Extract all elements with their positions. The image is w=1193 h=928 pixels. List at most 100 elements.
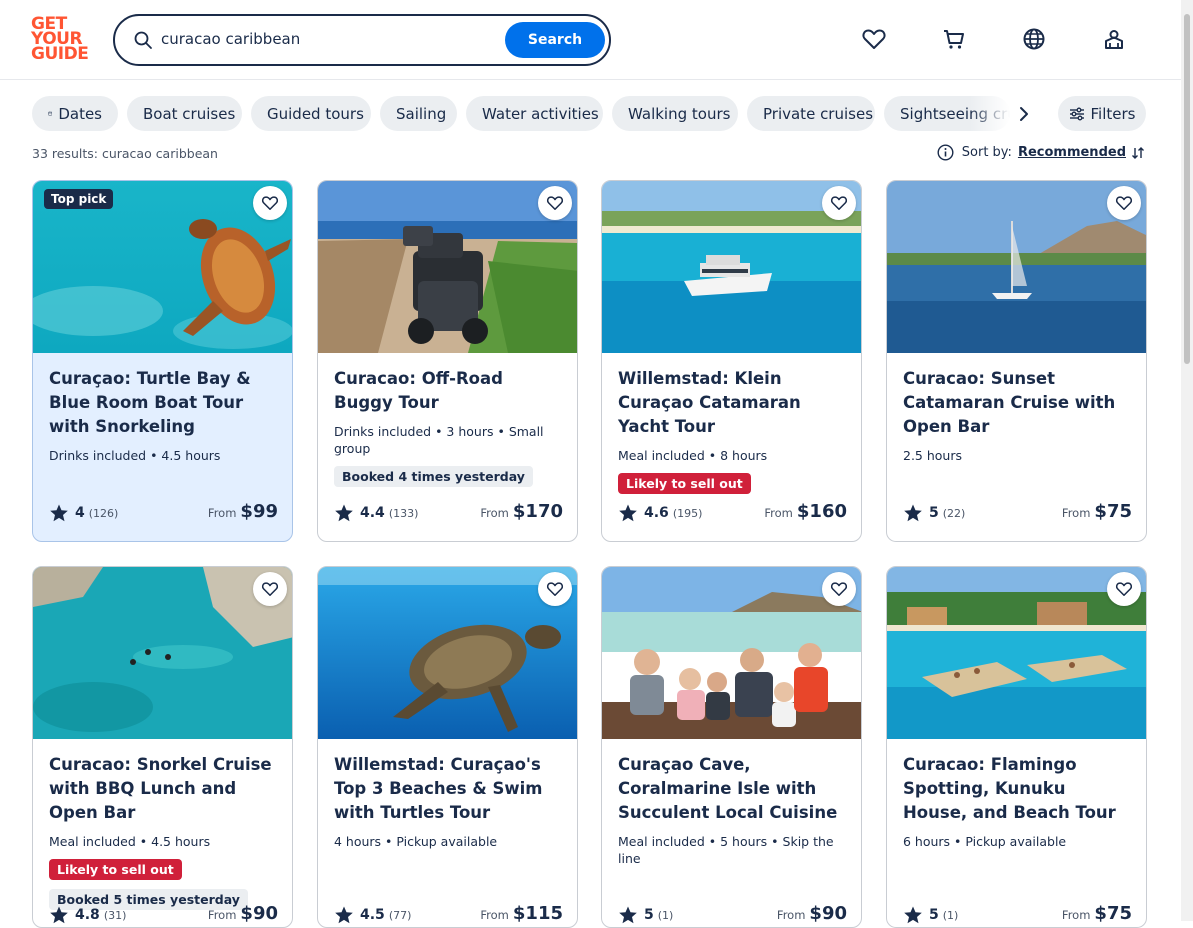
wishlist-button[interactable] [538, 186, 572, 220]
likely-to-sell-out-badge: Likely to sell out [618, 473, 751, 494]
activity-meta: 4 hours • Pickup available [334, 834, 498, 849]
activity-photo: Top pick [33, 181, 292, 353]
activity-card[interactable]: Curaçao Cave, Coralmarine Isle with Succ… [601, 566, 862, 928]
heart-icon[interactable] [861, 26, 887, 52]
chip-guided-tours[interactable]: Guided tours [251, 96, 371, 131]
top-pick-badge: Top pick [44, 189, 114, 209]
sort-arrows-icon[interactable] [1130, 145, 1146, 161]
activity-card[interactable]: Willemstad: Curaçao's Top 3 Beaches & Sw… [317, 566, 578, 928]
chip-label: Water activities [482, 104, 599, 123]
search-icon [134, 31, 152, 49]
activity-card[interactable]: Top pick Curaçao: Turtle Bay & Blue Room… [32, 180, 293, 542]
price-amount: $170 [512, 501, 563, 522]
wishlist-button[interactable] [1107, 186, 1141, 220]
price-amount: $75 [1094, 501, 1132, 522]
activity-photo [602, 567, 861, 739]
star-icon [619, 906, 637, 924]
review-count: (22) [942, 506, 966, 520]
site-header: GET YOUR GUIDE Search [0, 0, 1193, 80]
chip-private-cruises[interactable]: Private cruises [747, 96, 875, 131]
activity-title[interactable]: Curacao: Off-Road Buggy Tour [334, 367, 563, 415]
activity-card[interactable]: Curacao: Snorkel Cruise with BBQ Lunch a… [32, 566, 293, 928]
heart-icon [1115, 196, 1133, 210]
activity-card[interactable]: Curacao: Off-Road Buggy Tour Drinks incl… [317, 180, 578, 542]
rating: 5 (22) [903, 503, 965, 523]
filters-label: Filters [1090, 104, 1136, 123]
sort-value[interactable]: Recommended [1018, 145, 1126, 160]
rating: 5 (1) [618, 905, 673, 925]
activity-photo [602, 181, 861, 353]
rating: 5 (1) [903, 905, 958, 925]
activity-meta: 6 hours • Pickup available [903, 834, 1067, 849]
price: From $75 [1062, 501, 1132, 522]
activity-title[interactable]: Willemstad: Klein Curaçao Catamaran Yach… [618, 367, 847, 439]
activity-title[interactable]: Willemstad: Curaçao's Top 3 Beaches & Sw… [334, 753, 563, 825]
star-icon [335, 906, 353, 924]
info-icon[interactable] [937, 144, 954, 161]
wishlist-button[interactable] [253, 572, 287, 606]
search-input[interactable] [161, 30, 491, 48]
chip-boat-cruises[interactable]: Boat cruises [127, 96, 242, 131]
booked-badge: Booked 4 times yesterday [334, 466, 533, 487]
search-bar: Search [113, 14, 611, 66]
wishlist-button[interactable] [822, 572, 856, 606]
heart-icon [261, 582, 279, 596]
star-icon [335, 504, 353, 522]
chip-walking-tours[interactable]: Walking tours [612, 96, 738, 131]
activity-meta: Meal included • 5 hours • Skip the line [618, 834, 834, 866]
calendar-icon [48, 111, 53, 116]
activity-title[interactable]: Curaçao: Turtle Bay & Blue Room Boat Tou… [49, 367, 278, 439]
scrollbar-thumb[interactable] [1184, 14, 1190, 364]
activity-title[interactable]: Curaçao Cave, Coralmarine Isle with Succ… [618, 753, 847, 825]
rating-value: 4.4 [360, 505, 385, 521]
chip-dates[interactable]: Dates [32, 96, 118, 131]
chip-water-activities[interactable]: Water activities [466, 96, 603, 131]
review-count: (1) [942, 908, 959, 922]
activity-photo [887, 181, 1146, 353]
globe-icon[interactable] [1021, 26, 1047, 52]
wishlist-button[interactable] [1107, 572, 1141, 606]
wishlist-button[interactable] [538, 572, 572, 606]
chip-sailing[interactable]: Sailing [380, 96, 457, 131]
filters-button[interactable]: Filters [1058, 96, 1146, 131]
chip-label: Guided tours [267, 104, 364, 123]
sort-control[interactable]: Sort by: Recommended [937, 144, 1146, 161]
star-icon [50, 906, 68, 924]
filter-chips: Dates Boat cruises Guided tours Sailing … [0, 96, 1193, 132]
sort-label: Sort by: [961, 145, 1012, 160]
heart-icon [830, 196, 848, 210]
rating: 4 (126) [49, 503, 118, 523]
activity-title[interactable]: Curacao: Flamingo Spotting, Kunuku House… [903, 753, 1132, 825]
activity-meta: Drinks included • 3 hours • Small group [334, 424, 544, 456]
getyourguide-logo[interactable]: GET YOUR GUIDE [31, 16, 91, 63]
price-from: From [1061, 908, 1091, 922]
chip-label: Boat cruises [143, 104, 236, 123]
activity-photo [318, 567, 577, 739]
account-icon[interactable] [1101, 26, 1127, 52]
rating: 4.5 (77) [334, 905, 411, 925]
wishlist-button[interactable] [253, 186, 287, 220]
chevron-right-icon[interactable] [1014, 104, 1034, 124]
scrollbar[interactable] [1181, 0, 1193, 921]
rating: 4.6 (195) [618, 503, 702, 523]
chip-label: Sailing [396, 104, 447, 123]
review-count: (31) [103, 908, 127, 922]
activity-card[interactable]: Willemstad: Klein Curaçao Catamaran Yach… [601, 180, 862, 542]
likely-to-sell-out-badge: Likely to sell out [49, 859, 182, 880]
price-from: From [207, 506, 237, 520]
price-amount: $99 [240, 501, 278, 522]
star-icon [50, 504, 68, 522]
heart-icon [1115, 582, 1133, 596]
cart-icon[interactable] [941, 26, 967, 52]
activity-title[interactable]: Curacao: Sunset Catamaran Cruise with Op… [903, 367, 1132, 439]
activity-title[interactable]: Curacao: Snorkel Cruise with BBQ Lunch a… [49, 753, 278, 825]
search-button[interactable]: Search [505, 22, 605, 58]
chip-label: Walking tours [628, 104, 731, 123]
activity-meta: 2.5 hours [903, 448, 962, 463]
wishlist-button[interactable] [822, 186, 856, 220]
price: From $99 [208, 501, 278, 522]
activity-card[interactable]: Curacao: Flamingo Spotting, Kunuku House… [886, 566, 1147, 928]
price-from: From [480, 908, 509, 922]
activity-card[interactable]: Curacao: Sunset Catamaran Cruise with Op… [886, 180, 1147, 542]
activity-photo [887, 567, 1146, 739]
